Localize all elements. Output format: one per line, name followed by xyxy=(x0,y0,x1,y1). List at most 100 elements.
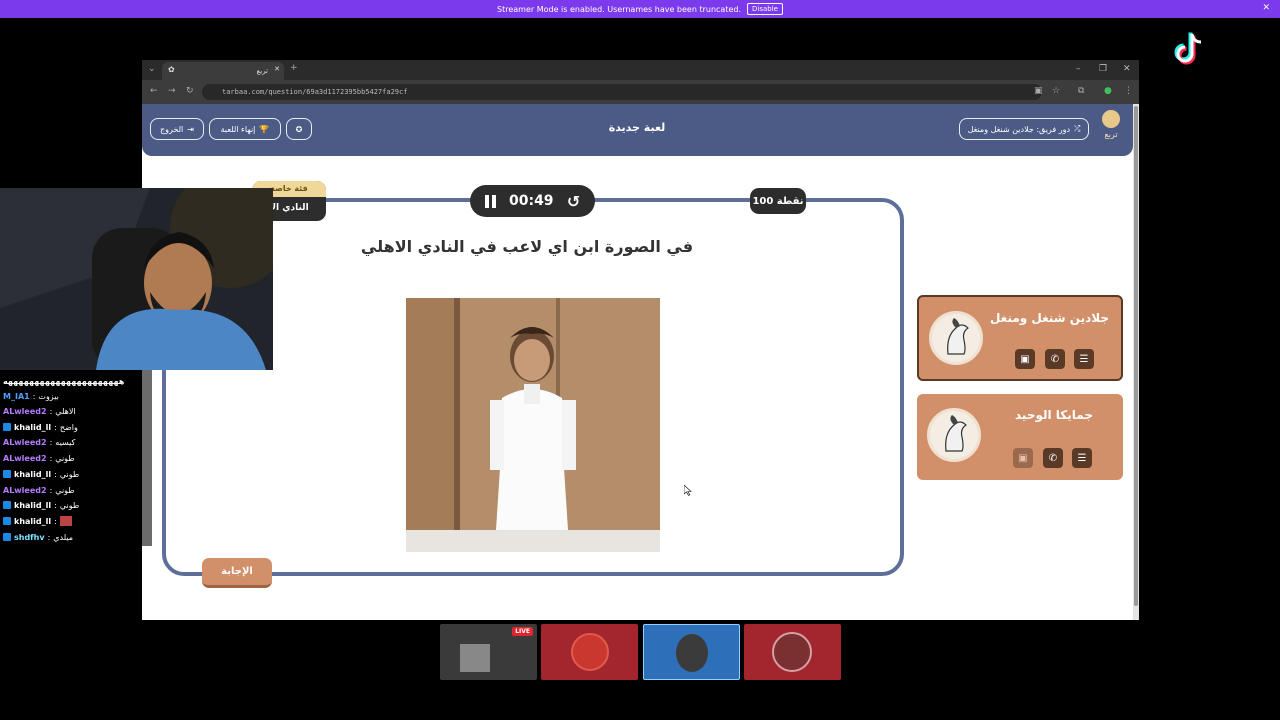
subscriber-badge-icon xyxy=(3,517,11,525)
exit-label: الخروج xyxy=(160,124,184,134)
url-field[interactable]: tarbaa.com/question/69a3d1172395bb5427fa… xyxy=(202,84,1042,100)
close-window-icon[interactable]: ✕ xyxy=(1123,64,1131,74)
team-avatar xyxy=(927,408,981,462)
chat-message: khalid_ll: واضح xyxy=(3,420,78,434)
mouse-cursor-icon xyxy=(684,485,692,496)
chat-text: واضح xyxy=(59,422,78,432)
player-avatar xyxy=(772,632,812,672)
player-thumbnail-selected[interactable] xyxy=(643,624,740,680)
chat-text: طوني xyxy=(59,469,80,479)
forward-icon[interactable]: → xyxy=(168,86,176,96)
end-game-label: إنهاء اللعبة xyxy=(220,124,256,134)
turn-indicator-button[interactable]: دور فريق: جلادين شنغل ومنغل ⤮ xyxy=(959,118,1089,140)
cast-icon[interactable]: ▣ xyxy=(1034,86,1043,96)
close-tab-icon[interactable]: ✕ xyxy=(274,65,280,73)
live-stream-thumbnail[interactable]: LIVE xyxy=(440,624,537,680)
question-image xyxy=(406,298,660,552)
chat-message: ALwleed2: طوني xyxy=(3,485,75,495)
back-icon[interactable]: ← xyxy=(150,86,158,96)
tiktok-logo-icon xyxy=(1174,32,1202,65)
minimize-icon[interactable]: – xyxy=(1076,64,1081,74)
webcam-overlay xyxy=(0,188,273,370)
chat-username: ALwleed2 xyxy=(3,453,47,463)
chat-scrollbar[interactable] xyxy=(142,370,152,546)
chat-username: khalid_ll xyxy=(14,422,52,432)
chat-text: كيسيه xyxy=(55,437,76,447)
timer-value: 00:49 xyxy=(508,193,554,209)
maximize-icon[interactable]: ❐ xyxy=(1099,64,1107,74)
player-thumbnail[interactable] xyxy=(744,624,841,680)
tab-strip: ⌄ ✿ تربع ✕ + – ❐ ✕ xyxy=(142,60,1139,80)
favicon-icon: ✿ xyxy=(168,65,175,74)
reset-timer-icon[interactable]: ↺ xyxy=(567,192,580,211)
emote-icon xyxy=(59,516,72,526)
phone-icon[interactable]: ✆ xyxy=(1045,349,1065,369)
pause-icon[interactable] xyxy=(484,194,496,208)
url-text: tarbaa.com/question/69a3d1172395bb5427fa… xyxy=(222,88,408,96)
chat-text: طوني xyxy=(59,500,80,510)
logo-text: تربع xyxy=(1104,130,1118,139)
chat-message: M_IA1: بيزوت xyxy=(3,391,59,401)
team-photo-icon[interactable]: ▣ xyxy=(1015,349,1035,369)
chat-message: khalid_ll: طوني xyxy=(3,467,79,481)
chat-message: shdfhv: ميلدي xyxy=(3,530,73,544)
chat-message: ههههههههههههههههههههههه xyxy=(3,374,124,388)
show-answer-button[interactable]: الإجابة xyxy=(202,558,272,588)
player-avatar xyxy=(571,633,609,671)
exit-button[interactable]: الخروج ⇥ xyxy=(150,118,204,140)
tab-title: تربع xyxy=(256,67,268,75)
page-title: لعبة جديدة xyxy=(608,121,666,134)
browser-tab[interactable]: ✿ تربع ✕ xyxy=(162,62,284,80)
player-thumbnail[interactable] xyxy=(541,624,638,680)
chat-message: ALwleed2: الاهلي xyxy=(3,406,76,416)
logo-emblem-icon xyxy=(1102,110,1120,128)
list-icon[interactable]: ☰ xyxy=(1072,448,1092,468)
menu-icon[interactable]: ⋮ xyxy=(1124,86,1133,96)
team-photo-icon[interactable]: ▣ xyxy=(1013,448,1033,468)
chat-username: ALwleed2 xyxy=(3,485,47,495)
chat-text: طوني xyxy=(55,453,75,463)
disable-streamer-mode-button[interactable]: Disable xyxy=(747,3,783,15)
page-scrollbar[interactable] xyxy=(1133,104,1139,620)
list-icon[interactable]: ☰ xyxy=(1074,349,1094,369)
profile-avatar-icon[interactable]: ● xyxy=(1104,86,1112,96)
end-game-button[interactable]: إنهاء اللعبة 🏆 xyxy=(209,118,281,140)
chat-username: khalid_ll xyxy=(14,469,52,479)
chat-text: ميلدي xyxy=(53,532,74,542)
chat-username: khalid_ll xyxy=(14,500,52,510)
browser-window: ⌄ ✿ تربع ✕ + – ❐ ✕ ← → ↻ tarbaa.com/ques… xyxy=(142,60,1139,620)
address-bar: ← → ↻ tarbaa.com/question/69a3d1172395bb… xyxy=(142,80,1139,104)
chat-username: ALwleed2 xyxy=(3,406,47,416)
close-icon[interactable]: ✕ xyxy=(1262,3,1270,13)
banner-text: Streamer Mode is enabled. Usernames have… xyxy=(497,4,742,14)
settings-button[interactable]: ✪ xyxy=(286,118,312,140)
chat-text: الاهلي xyxy=(55,406,76,416)
chat-username: shdfhv xyxy=(14,532,45,542)
chat-text: بيزوت xyxy=(38,391,59,401)
scrollbar-thumb[interactable] xyxy=(1134,106,1138,606)
subscriber-badge-icon xyxy=(3,423,11,431)
subscriber-badge-icon xyxy=(3,470,11,478)
team-name: جمايكا الوحيد xyxy=(1015,408,1093,422)
chat-text: ههههههههههههههههههههههه xyxy=(3,376,125,386)
chat-username: M_IA1 xyxy=(3,391,30,401)
team-name: جلادين شنغل ومنغل xyxy=(989,311,1109,325)
reload-icon[interactable]: ↻ xyxy=(186,86,194,96)
new-tab-icon[interactable]: + xyxy=(290,63,298,73)
team-card: جمايكا الوحيد ▣ ✆ ☰ xyxy=(917,394,1123,480)
player-avatar xyxy=(676,634,708,672)
site-logo[interactable]: تربع xyxy=(1098,110,1124,148)
bookmark-star-icon[interactable]: ☆ xyxy=(1052,86,1060,96)
question-text: في الصورة ابن اي لاعب في النادي الاهلي xyxy=(360,237,694,256)
chat-message: khalid_ll: xyxy=(3,514,72,528)
chat-message: ALwleed2: كيسيه xyxy=(3,437,76,447)
phone-icon[interactable]: ✆ xyxy=(1043,448,1063,468)
team-card-active: جلادين شنغل ومنغل ▣ ✆ ☰ xyxy=(917,295,1123,381)
subscriber-badge-icon xyxy=(3,533,11,541)
chat-username: khalid_ll xyxy=(14,516,52,526)
points-badge: 100 نقطة xyxy=(750,188,806,214)
shuffle-icon: ⤮ xyxy=(1074,124,1081,133)
tab-search-icon[interactable]: ⌄ xyxy=(148,64,156,74)
live-badge: LIVE xyxy=(512,627,533,636)
extensions-icon[interactable]: ⧉ xyxy=(1078,86,1084,96)
